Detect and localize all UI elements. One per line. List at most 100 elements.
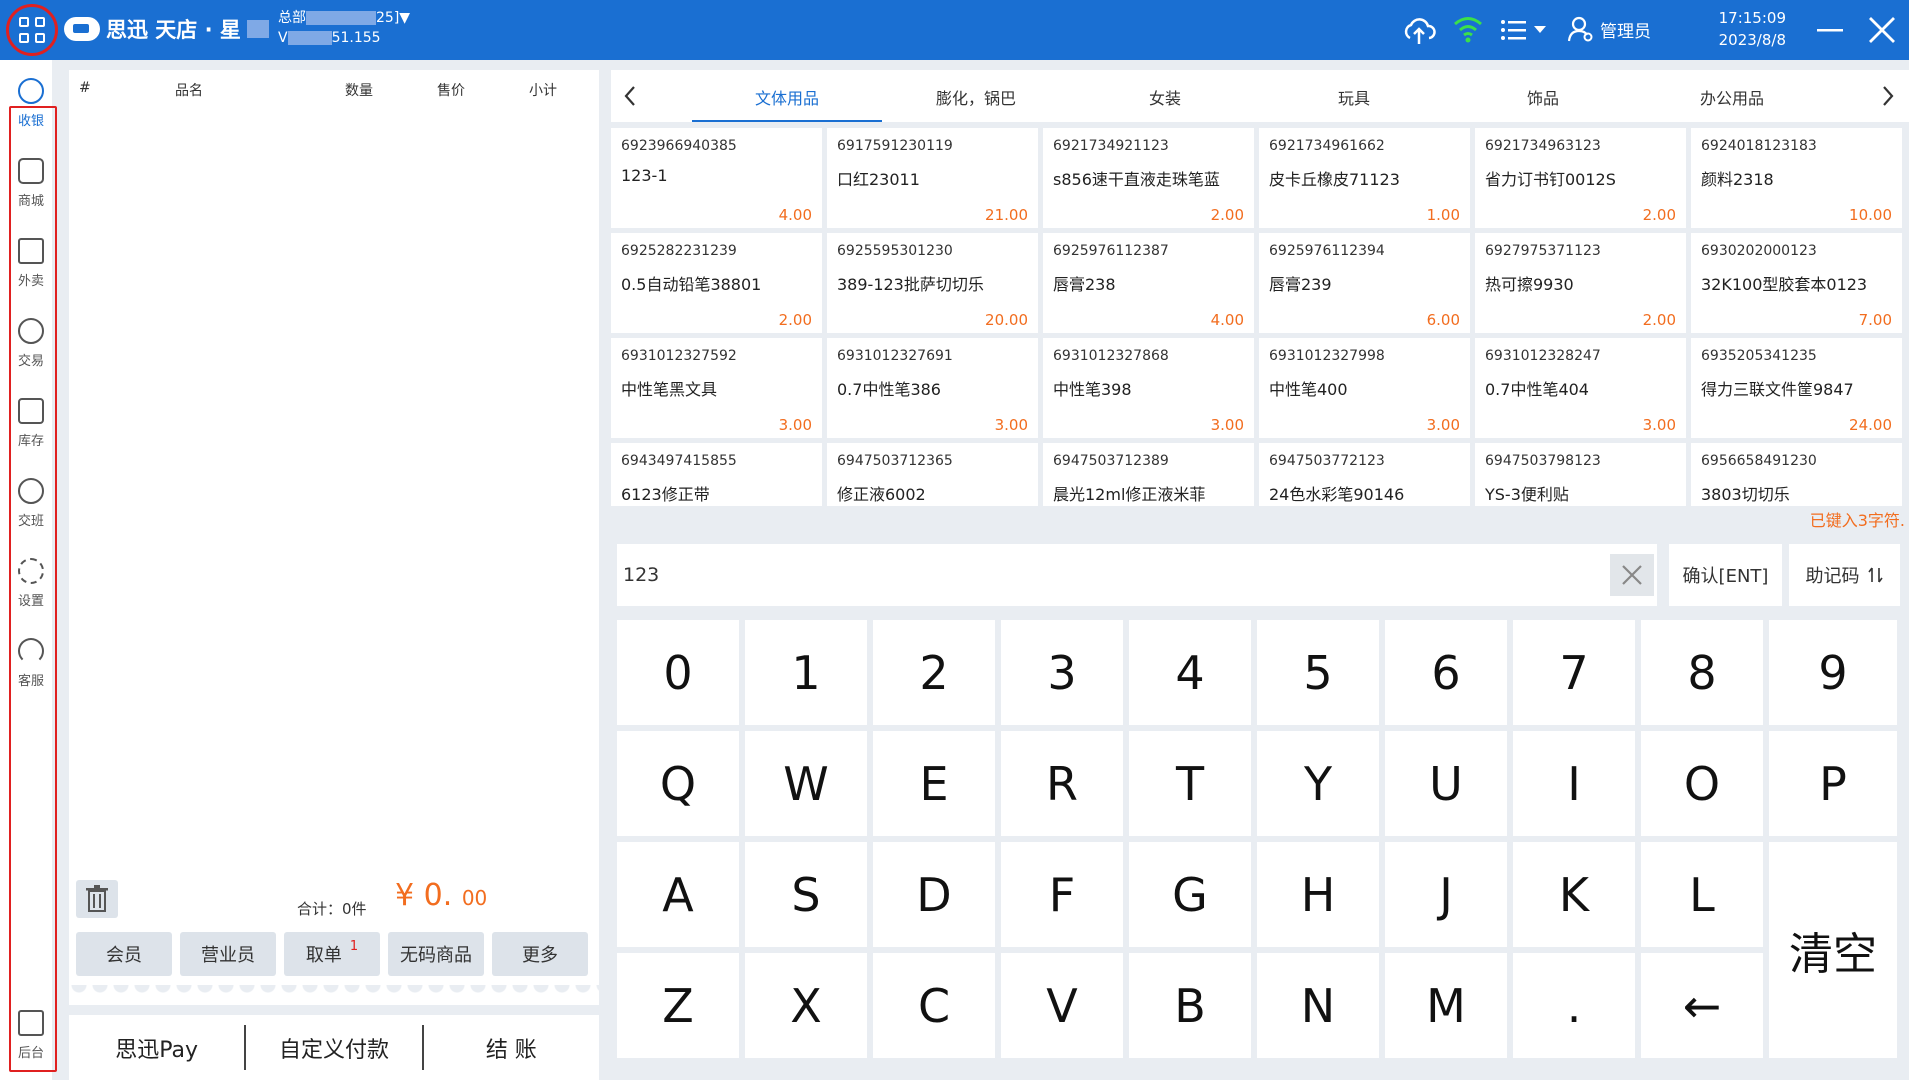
product-name: 晨光12ml修正液米菲	[1053, 485, 1206, 504]
no-barcode-button[interactable]: 无码商品	[388, 932, 484, 976]
key-g[interactable]: G	[1129, 842, 1251, 947]
key-4[interactable]: 4	[1129, 620, 1251, 725]
product-card[interactable]: 6921734961662 皮卡丘橡皮71123 1.00	[1259, 128, 1470, 228]
key-p[interactable]: P	[1769, 731, 1897, 836]
more-button[interactable]: 更多	[492, 932, 588, 976]
key-u[interactable]: U	[1385, 731, 1507, 836]
key-0[interactable]: 0	[617, 620, 739, 725]
product-card[interactable]: 6931012327998 中性笔400 3.00	[1259, 338, 1470, 438]
key-s[interactable]: S	[745, 842, 867, 947]
key-o[interactable]: O	[1641, 731, 1763, 836]
product-price: 2.00	[1642, 206, 1676, 224]
product-price: 4.00	[1210, 311, 1244, 329]
category-next-button[interactable]	[1881, 84, 1895, 114]
key-b[interactable]: B	[1129, 953, 1251, 1058]
key-x[interactable]: X	[745, 953, 867, 1058]
product-card[interactable]: 6947503798123 YS-3便利贴	[1475, 443, 1686, 506]
product-card[interactable]: 6956658491230 3803切切乐	[1691, 443, 1902, 506]
key-i[interactable]: I	[1513, 731, 1635, 836]
key-l[interactable]: L	[1641, 842, 1763, 947]
key-z[interactable]: Z	[617, 953, 739, 1058]
product-card[interactable]: 6931012327592 中性笔黑文具 3.00	[611, 338, 822, 438]
key-5[interactable]: 5	[1257, 620, 1379, 725]
search-input[interactable]	[623, 558, 1583, 592]
tab-accessories[interactable]: 饰品	[1448, 85, 1638, 109]
key-c[interactable]: C	[873, 953, 995, 1058]
member-button[interactable]: 会员	[76, 932, 172, 976]
tab-office[interactable]: 办公用品	[1637, 85, 1827, 109]
product-card[interactable]: 6923966940385 123-1 4.00	[611, 128, 822, 228]
key-h[interactable]: H	[1257, 842, 1379, 947]
memo-code-button[interactable]: 助记码	[1789, 544, 1900, 606]
product-card[interactable]: 6921734921123 s856速干直液走珠笔蓝 2.00	[1043, 128, 1254, 228]
product-card[interactable]: 6930202000123 32K100型胶套本0123 7.00	[1691, 233, 1902, 333]
chevron-right-icon	[1883, 86, 1894, 106]
swap-icon	[1867, 567, 1883, 583]
close-button[interactable]	[1866, 14, 1898, 46]
key-d[interactable]: D	[873, 842, 995, 947]
product-card[interactable]: 6925976112394 唇膏239 6.00	[1259, 233, 1470, 333]
user-menu[interactable]: 管理员	[1568, 16, 1651, 42]
key-t[interactable]: T	[1129, 731, 1251, 836]
product-card[interactable]: 6925976112387 唇膏238 4.00	[1043, 233, 1254, 333]
key-f[interactable]: F	[1001, 842, 1123, 947]
product-card[interactable]: 6921734963123 省力订书钉0012S 2.00	[1475, 128, 1686, 228]
product-card[interactable]: 6917591230119 口红23011 21.00	[827, 128, 1038, 228]
product-name: 中性笔黑文具	[621, 380, 718, 399]
clear-all-key[interactable]: 清空	[1769, 842, 1897, 1058]
product-card[interactable]: 6943497415855 6123修正带	[611, 443, 822, 506]
product-card[interactable]: 6931012327868 中性笔398 3.00	[1043, 338, 1254, 438]
delete-button[interactable]	[76, 880, 118, 918]
sixun-pay-button[interactable]: 思迅Pay	[69, 1025, 247, 1070]
product-card[interactable]: 6947503712389 晨光12ml修正液米菲	[1043, 443, 1254, 506]
product-card[interactable]: 6931012328247 0.7中性笔404 3.00	[1475, 338, 1686, 438]
key-8[interactable]: 8	[1641, 620, 1763, 725]
confirm-button[interactable]: 确认[ENT]	[1669, 544, 1782, 606]
clear-input-button[interactable]	[1610, 554, 1654, 596]
product-code: 6947503712389	[1053, 453, 1169, 469]
store-selector[interactable]: 总部 25]▼ V 51.155	[278, 8, 410, 48]
product-card[interactable]: 6924018123183 颜料2318 10.00	[1691, 128, 1902, 228]
menu-list-icon[interactable]	[1500, 18, 1552, 46]
key-a[interactable]: A	[617, 842, 739, 947]
salesperson-button[interactable]: 营业员	[180, 932, 276, 976]
member-label: 会员	[106, 945, 142, 966]
key-j[interactable]: J	[1385, 842, 1507, 947]
key-q[interactable]: Q	[617, 731, 739, 836]
key-e[interactable]: E	[873, 731, 995, 836]
product-card[interactable]: 6947503772123 24色水彩笔90146	[1259, 443, 1470, 506]
product-card[interactable]: 6931012327691 0.7中性笔386 3.00	[827, 338, 1038, 438]
product-card[interactable]: 6925282231239 0.5自动铅笔38801 2.00	[611, 233, 822, 333]
app-grid-icon[interactable]	[6, 4, 58, 56]
key-backspace[interactable]: ←	[1641, 953, 1763, 1058]
key-period[interactable]: .	[1513, 953, 1635, 1058]
pickup-order-button[interactable]: 取单 1	[284, 932, 380, 976]
key-k[interactable]: K	[1513, 842, 1635, 947]
key-6[interactable]: 6	[1385, 620, 1507, 725]
minimize-button[interactable]	[1814, 14, 1846, 46]
key-1[interactable]: 1	[745, 620, 867, 725]
key-7[interactable]: 7	[1513, 620, 1635, 725]
custom-pay-button[interactable]: 自定义付款	[246, 1025, 424, 1070]
key-n[interactable]: N	[1257, 953, 1379, 1058]
product-card[interactable]: 6927975371123 热可擦9930 2.00	[1475, 233, 1686, 333]
brand-text: 思迅 天店 · 星	[106, 18, 241, 42]
product-card[interactable]: 6935205341235 得力三联文件筐9847 24.00	[1691, 338, 1902, 438]
category-prev-button[interactable]	[623, 84, 637, 114]
key-w[interactable]: W	[745, 731, 867, 836]
key-9[interactable]: 9	[1769, 620, 1897, 725]
key-2[interactable]: 2	[873, 620, 995, 725]
cloud-sync-icon[interactable]	[1402, 14, 1436, 50]
tab-snacks[interactable]: 膨化，锅巴	[881, 85, 1071, 109]
key-3[interactable]: 3	[1001, 620, 1123, 725]
key-v[interactable]: V	[1001, 953, 1123, 1058]
product-card[interactable]: 6947503712365 修正液6002	[827, 443, 1038, 506]
key-y[interactable]: Y	[1257, 731, 1379, 836]
checkout-button[interactable]: 结 账	[424, 1025, 599, 1070]
tab-stationery[interactable]: 文体用品	[692, 85, 882, 109]
key-r[interactable]: R	[1001, 731, 1123, 836]
tab-toys[interactable]: 玩具	[1259, 85, 1449, 109]
tab-womens-clothing[interactable]: 女装	[1070, 85, 1260, 109]
product-card[interactable]: 6925595301230 389-123批萨切切乐 20.00	[827, 233, 1038, 333]
key-m[interactable]: M	[1385, 953, 1507, 1058]
